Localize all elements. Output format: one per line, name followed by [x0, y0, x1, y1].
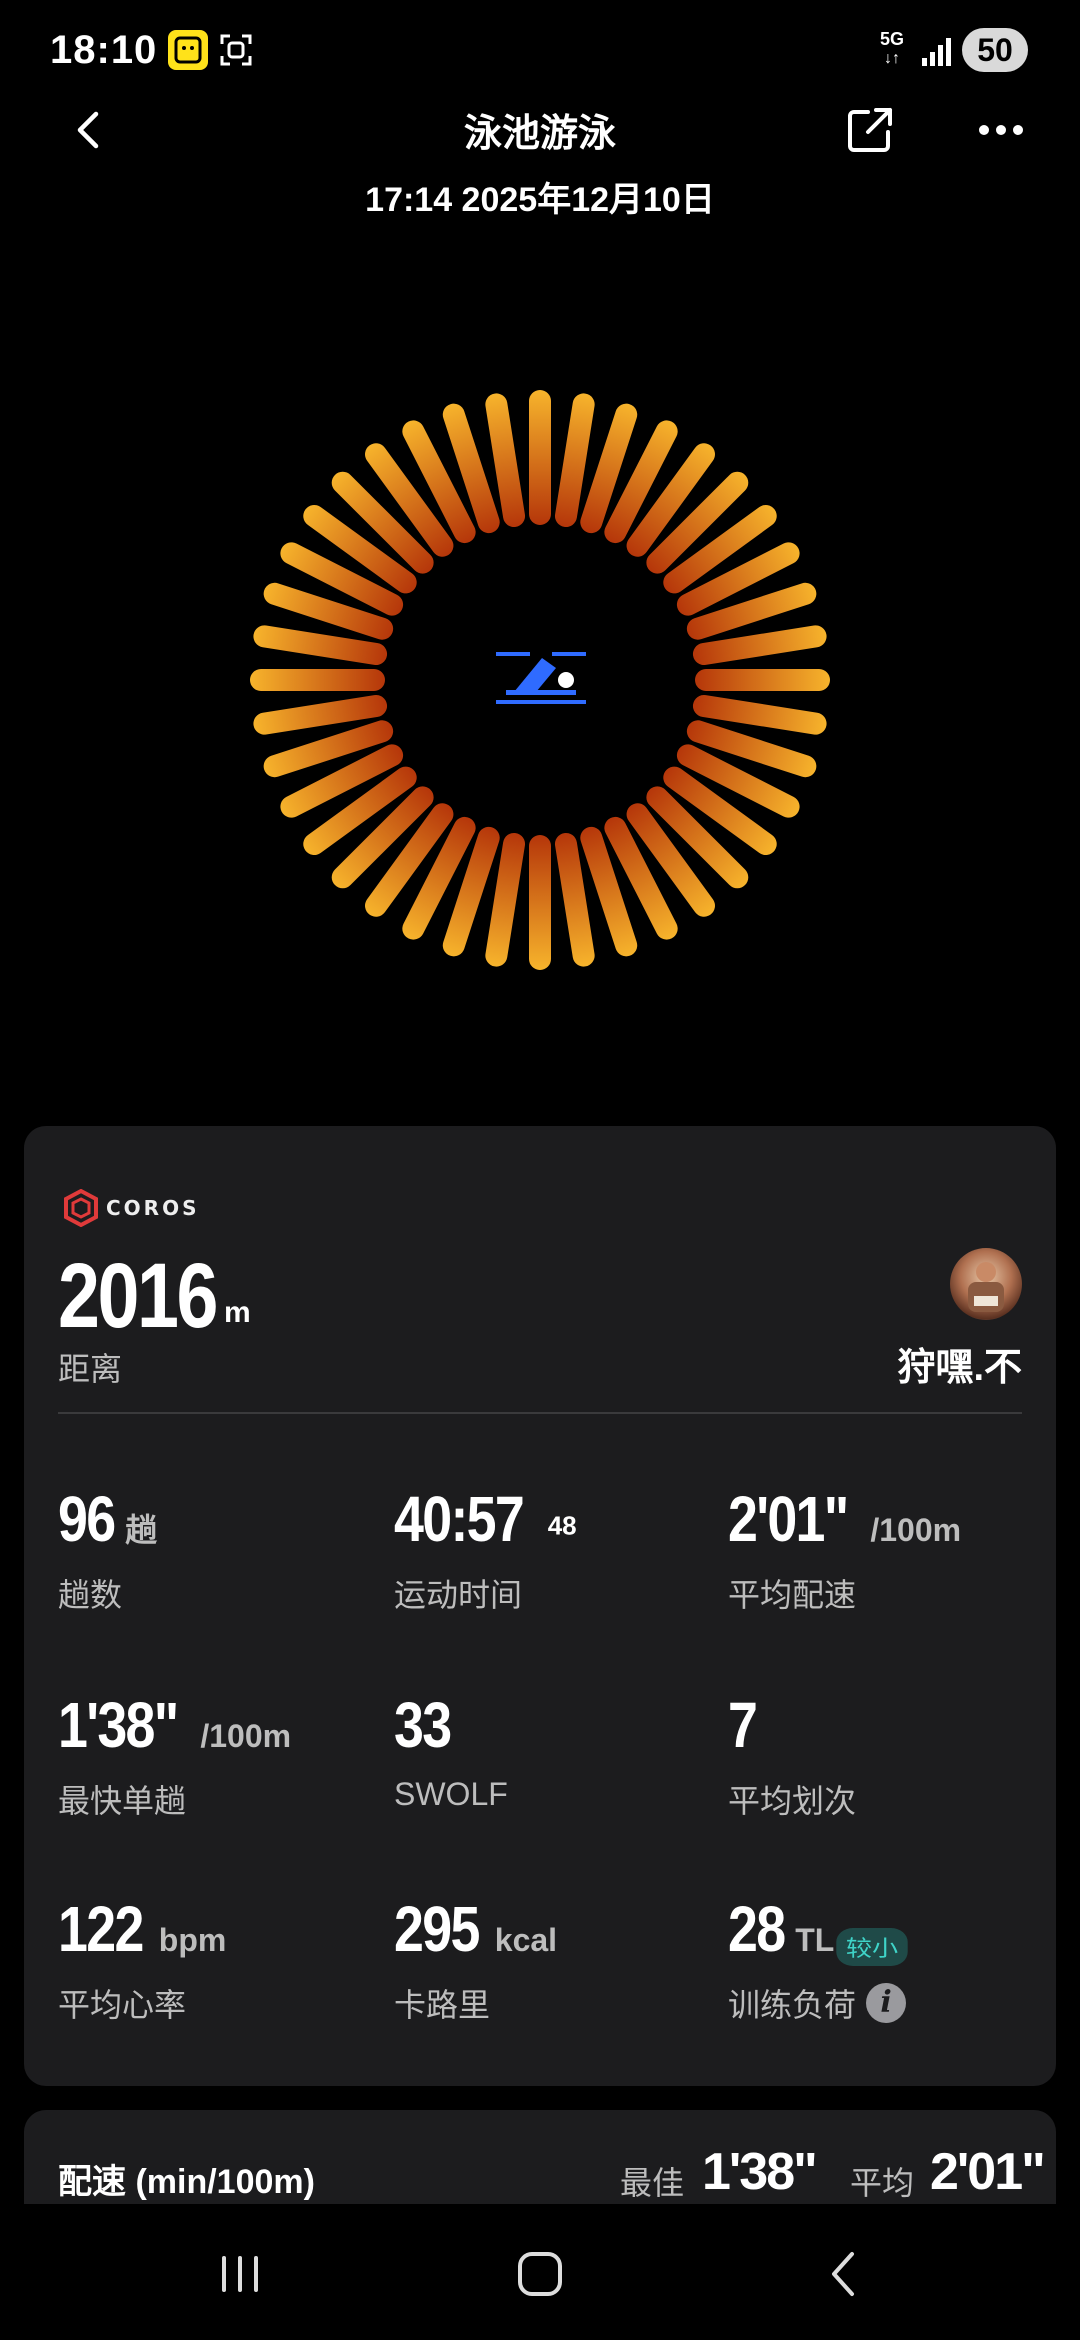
- avg-pace-value: 2'01": [728, 1483, 849, 1555]
- ring-bar: [529, 835, 551, 970]
- network-indicator: 5G ↓↑: [880, 29, 905, 67]
- stat-avg-pace: 2'01" /100m 平均配速: [728, 1482, 1048, 1616]
- ring-bar: [250, 669, 385, 691]
- pace-best-value: 1'38": [702, 2143, 818, 2201]
- avg-hr-value: 122: [58, 1893, 144, 1965]
- training-load-badge: 较小: [836, 1927, 908, 1966]
- more-button[interactable]: [976, 112, 1026, 148]
- home-button[interactable]: [510, 2244, 570, 2304]
- pace-title: 配速 (min/100m): [58, 2163, 315, 2201]
- scan-icon: [218, 32, 254, 68]
- brand-logo: COROS: [64, 1186, 200, 1230]
- training-load-unit: TL: [795, 1922, 835, 1958]
- pace-avg-value: 2'01": [930, 2143, 1046, 2201]
- home-icon: [518, 2252, 562, 2296]
- stat-duration: 40:57 48 运动时间: [394, 1482, 714, 1616]
- share-button[interactable]: [840, 100, 900, 160]
- distance-value: 2016: [58, 1245, 218, 1347]
- avg-strokes-value: 7: [728, 1689, 758, 1761]
- calories-value: 295: [394, 1893, 480, 1965]
- stat-avg-hr: 122 bpm 平均心率: [58, 1892, 378, 2026]
- recent-apps-icon: [222, 2256, 258, 2292]
- battery-indicator: 50: [962, 28, 1028, 72]
- fastest-lap-label: 最快单趟: [58, 1783, 187, 1819]
- calories-unit: kcal: [494, 1922, 558, 1958]
- duration-label: 运动时间: [394, 1577, 523, 1613]
- avg-pace-label: 平均配速: [728, 1577, 857, 1613]
- avg-hr-unit: bpm: [158, 1922, 227, 1958]
- app-icon: [168, 30, 208, 70]
- system-nav-bar: [0, 2204, 1080, 2340]
- nav-back-button[interactable]: [814, 2244, 874, 2304]
- calories-label: 卡路里: [394, 1987, 491, 2023]
- stat-fastest-lap: 1'38" /100m 最快单趟: [58, 1688, 378, 1822]
- coros-logo-icon: [64, 1189, 98, 1227]
- distance-unit: m: [224, 1296, 251, 1329]
- back-icon: [832, 2252, 854, 2296]
- fastest-lap-value: 1'38": [58, 1689, 179, 1761]
- laps-label: 趟数: [58, 1577, 123, 1613]
- pace-best-label: 最佳: [620, 2165, 685, 2201]
- signal-icon: [920, 34, 956, 68]
- laps-value: 96: [58, 1483, 116, 1555]
- swimmer-icon: [496, 652, 586, 704]
- duration-value: 40:57: [394, 1483, 525, 1555]
- ring-bar: [695, 669, 830, 691]
- activity-summary-card: COROS 2016 m 距离 狩嘿.不 96 趟 趟数 40:57 48 运动时间…: [24, 1126, 1056, 2086]
- training-load-label: 训练负荷: [728, 1987, 857, 2023]
- status-time: 18:10: [50, 28, 158, 72]
- fastest-lap-unit: /100m: [200, 1718, 292, 1754]
- share-icon: [848, 108, 892, 152]
- pace-avg-label: 平均: [850, 2165, 915, 2201]
- page-title: 泳池游泳: [463, 113, 616, 155]
- distance-label: 距离: [58, 1351, 123, 1387]
- avg-pace-unit: /100m: [870, 1512, 962, 1548]
- duration-hundredths: 48: [547, 1510, 577, 1541]
- training-load-value: 28: [728, 1893, 786, 1965]
- stat-swolf: 33 SWOLF: [394, 1688, 714, 1813]
- activity-ring: [250, 390, 830, 970]
- laps-unit: 趟: [125, 1512, 158, 1548]
- avg-hr-label: 平均心率: [58, 1987, 187, 2023]
- more-dots-icon: [979, 125, 1023, 135]
- stat-laps: 96 趟 趟数: [58, 1482, 378, 1616]
- swolf-label: SWOLF: [394, 1776, 508, 1812]
- info-icon[interactable]: i: [866, 1983, 907, 2023]
- stat-avg-strokes: 7 平均划次: [728, 1688, 1048, 1822]
- swolf-value: 33: [394, 1689, 452, 1761]
- avatar[interactable]: [950, 1248, 1022, 1320]
- activity-datetime: 17:14 2025年12月10日: [365, 181, 715, 219]
- avg-strokes-label: 平均划次: [728, 1783, 857, 1819]
- stat-calories: 295 kcal 卡路里: [394, 1892, 714, 2026]
- brand-name: COROS: [106, 1196, 200, 1220]
- training-load-label-row: 训练负荷 i: [728, 1980, 1048, 2026]
- status-bar: 18:10 5G ↓↑ 50: [0, 0, 1080, 100]
- stat-training-load: 28 TL 较小 训练负荷 i: [728, 1892, 1048, 2026]
- recent-apps-button[interactable]: [210, 2244, 270, 2304]
- username[interactable]: 狩嘿.不: [897, 1336, 1022, 1391]
- ring-bar: [529, 390, 551, 525]
- divider: [58, 1412, 1022, 1414]
